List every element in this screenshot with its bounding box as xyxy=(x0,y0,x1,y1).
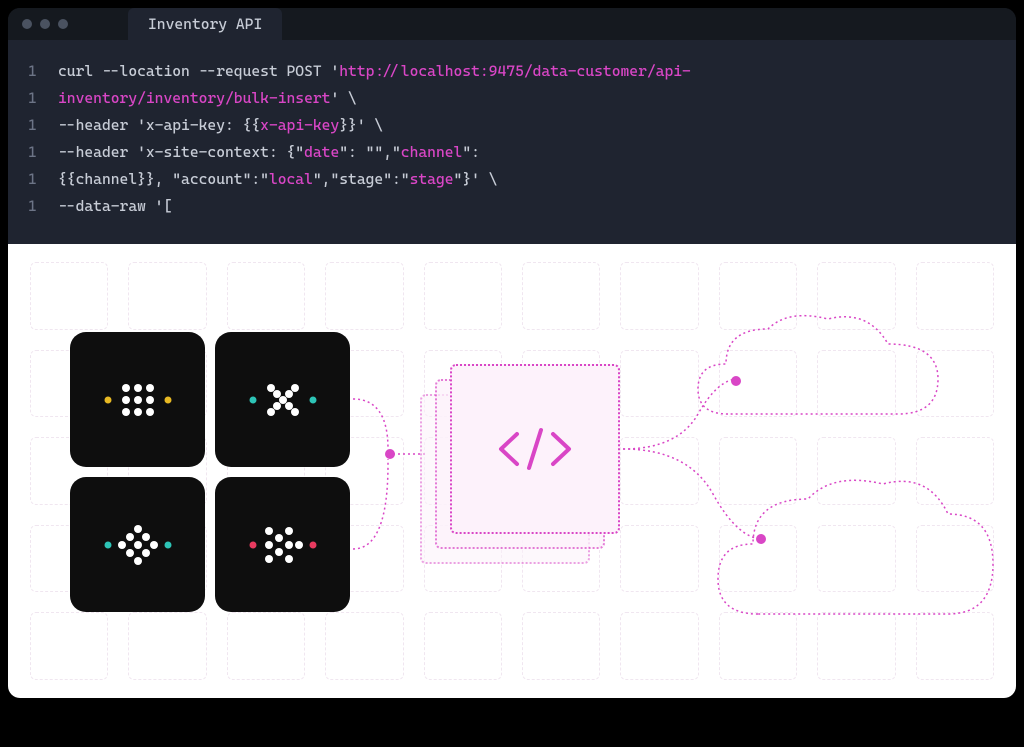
api-code-stack xyxy=(420,364,620,564)
code-content[interactable]: curl --location --request POST 'http://l… xyxy=(58,58,691,85)
code-content[interactable]: --data-raw '[ xyxy=(58,193,172,220)
bg-cell xyxy=(325,612,403,680)
bg-cell xyxy=(719,262,797,330)
bg-cell xyxy=(522,262,600,330)
bg-cell xyxy=(817,437,895,505)
window-controls[interactable] xyxy=(22,19,68,29)
bg-cell xyxy=(128,262,206,330)
service-tile-x-icon[interactable] xyxy=(215,332,350,467)
bg-cell xyxy=(719,525,797,593)
close-dot[interactable] xyxy=(22,19,32,29)
title-bar: Inventory API xyxy=(8,8,1016,40)
line-number: 1 xyxy=(28,139,58,166)
minimize-dot[interactable] xyxy=(40,19,50,29)
bg-cell xyxy=(719,612,797,680)
bg-cell xyxy=(817,612,895,680)
bg-cell xyxy=(916,350,994,418)
bg-cell xyxy=(916,437,994,505)
bg-cell xyxy=(817,525,895,593)
line-number: 1 xyxy=(28,166,58,193)
tab-label: Inventory API xyxy=(148,15,262,33)
service-tile-diamond-icon[interactable] xyxy=(70,477,205,612)
code-content[interactable]: --header 'x-api-key: {{x-api-key}}' \ xyxy=(58,112,383,139)
bg-cell xyxy=(424,612,502,680)
bg-cell xyxy=(227,612,305,680)
line-number: 1 xyxy=(28,85,58,112)
bg-cell xyxy=(620,262,698,330)
code-line: 1inventory/inventory/bulk-insert' \ xyxy=(28,85,996,112)
stack-layer-front xyxy=(450,364,620,534)
tab-inventory-api[interactable]: Inventory API xyxy=(128,8,282,40)
bg-cell xyxy=(620,437,698,505)
code-content[interactable]: --header 'x-site-context: {"date": "","c… xyxy=(58,139,480,166)
code-content[interactable]: {{channel}}, "account":"local","stage":"… xyxy=(58,166,497,193)
bg-cell xyxy=(916,262,994,330)
bg-cell xyxy=(817,350,895,418)
bg-cell xyxy=(916,612,994,680)
bg-cell xyxy=(325,262,403,330)
code-line: 1--header 'x-api-key: {{x-api-key}}' \ xyxy=(28,112,996,139)
bg-cell xyxy=(817,262,895,330)
code-line: 1curl --location --request POST 'http://… xyxy=(28,58,996,85)
diagram-panel xyxy=(8,244,1016,698)
bg-cell xyxy=(719,350,797,418)
bg-cell xyxy=(522,612,600,680)
bg-cell xyxy=(620,525,698,593)
code-line: 1--header 'x-site-context: {"date": "","… xyxy=(28,139,996,166)
bg-cell xyxy=(424,262,502,330)
service-tile-grid-icon[interactable] xyxy=(70,332,205,467)
bg-cell xyxy=(30,262,108,330)
line-number: 1 xyxy=(28,58,58,85)
bg-cell xyxy=(227,262,305,330)
bg-cell xyxy=(620,612,698,680)
bg-cell xyxy=(719,437,797,505)
service-tiles xyxy=(70,332,350,612)
code-line: 1{{channel}}, "account":"local","stage":… xyxy=(28,166,996,193)
code-editor[interactable]: 1curl --location --request POST 'http://… xyxy=(8,40,1016,244)
code-brackets-icon xyxy=(495,424,575,474)
bg-cell xyxy=(620,350,698,418)
maximize-dot[interactable] xyxy=(58,19,68,29)
bg-cell xyxy=(916,525,994,593)
terminal-window: Inventory API 1curl --location --request… xyxy=(8,8,1016,244)
line-number: 1 xyxy=(28,193,58,220)
code-content[interactable]: inventory/inventory/bulk-insert' \ xyxy=(58,85,357,112)
code-line: 1--data-raw '[ xyxy=(28,193,996,220)
line-number: 1 xyxy=(28,112,58,139)
service-tile-arrow-icon[interactable] xyxy=(215,477,350,612)
bg-cell xyxy=(128,612,206,680)
bg-cell xyxy=(30,612,108,680)
